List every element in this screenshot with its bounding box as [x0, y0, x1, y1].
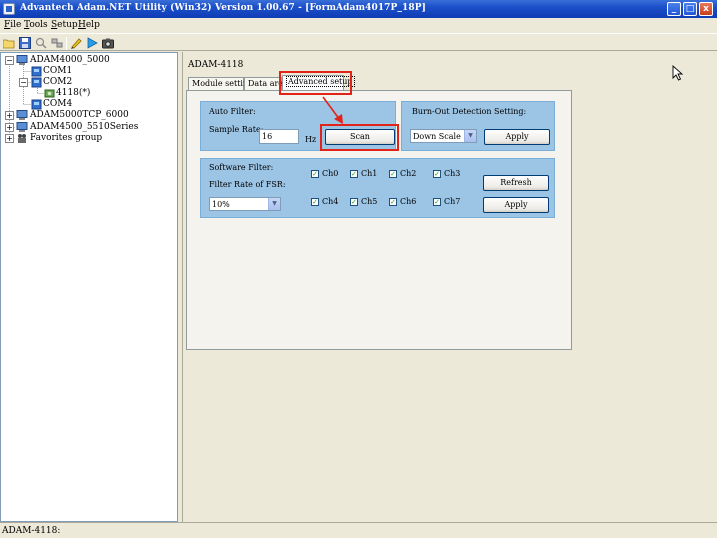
collapse-icon[interactable]: − — [19, 78, 28, 87]
check-icon: ✓ — [389, 170, 397, 178]
tree-node-4118[interactable]: 4118(*) — [44, 88, 164, 99]
burn-out-group: Burn-Out Detection Setting: Down Scale ▼… — [401, 101, 555, 151]
app-icon — [3, 3, 15, 15]
menu-file[interactable]: File — [4, 20, 21, 30]
tree-node-favorites[interactable]: + Favorites group — [5, 133, 175, 144]
computer-icon — [16, 55, 28, 65]
menu-setup[interactable]: Setup — [51, 20, 78, 30]
filter-rate-label: Filter Rate of FSR: — [209, 180, 286, 189]
expand-icon[interactable]: + — [5, 111, 14, 120]
tree-node-com4[interactable]: COM4 — [31, 99, 171, 110]
menu-bar: File Tools Setup Help — [0, 18, 717, 32]
pencil-icon[interactable] — [69, 36, 83, 50]
tree-node-adam4000[interactable]: − ADAM4000_5000 — [5, 55, 175, 66]
chevron-down-icon[interactable]: ▼ — [464, 130, 476, 142]
tree-node-com2[interactable]: − COM2 — [19, 77, 169, 88]
maximize-button[interactable]: □ — [683, 2, 697, 16]
check-icon: ✓ — [311, 198, 319, 206]
open-folder-icon[interactable] — [2, 36, 16, 50]
scan-button-highlight — [320, 124, 399, 151]
check-icon: ✓ — [350, 198, 358, 206]
software-filter-title: Software Filter: — [209, 163, 274, 172]
expand-icon[interactable]: + — [5, 123, 14, 132]
software-filter-apply-button[interactable]: Apply — [483, 197, 549, 213]
device-tree[interactable]: − ADAM4000_5000 COM1 − COM2 4118(*) COM4… — [0, 52, 178, 522]
menu-help[interactable]: Help — [78, 20, 100, 30]
burn-out-select[interactable]: Down Scale ▼ — [410, 129, 477, 143]
minimize-button[interactable]: _ — [667, 2, 681, 16]
network-scan-icon[interactable] — [50, 36, 64, 50]
status-bar: ADAM-4118: — [0, 522, 717, 538]
check-icon: ✓ — [350, 170, 358, 178]
module-icon — [44, 89, 55, 98]
module-title: ADAM-4118 — [188, 60, 244, 70]
advanced-setup-highlight — [279, 71, 352, 95]
auto-filter-title: Auto Filter: — [209, 107, 256, 116]
run-icon[interactable] — [85, 36, 99, 50]
computer-icon — [16, 110, 28, 120]
sample-rate-input[interactable]: 16 — [259, 129, 299, 144]
annotation-arrow-icon — [322, 96, 343, 124]
refresh-button[interactable]: Refresh — [483, 175, 549, 191]
check-icon: ✓ — [311, 170, 319, 178]
sample-rate-label: Sample Rate: — [209, 125, 264, 134]
check-icon: ✓ — [389, 198, 397, 206]
computer-icon — [16, 122, 28, 132]
search-icon[interactable] — [34, 36, 48, 50]
menu-tools[interactable]: Tools — [24, 20, 48, 30]
camera-icon[interactable] — [101, 36, 115, 50]
tree-node-adam5000tcp[interactable]: + ADAM5000TCP_6000 — [5, 110, 175, 121]
status-text: ADAM-4118: — [2, 526, 61, 536]
toolbar — [0, 33, 717, 51]
hz-unit-label: Hz — [305, 135, 317, 144]
com-port-icon — [31, 66, 42, 77]
chevron-down-icon[interactable]: ▼ — [268, 198, 280, 210]
check-icon: ✓ — [433, 170, 441, 178]
burn-out-title: Burn-Out Detection Setting: — [412, 107, 527, 116]
com-port-icon — [31, 77, 42, 88]
tab-module-setting[interactable]: Module setting — [188, 77, 253, 91]
collapse-icon[interactable]: − — [5, 56, 14, 65]
check-icon: ✓ — [433, 198, 441, 206]
software-filter-group: Software Filter: Filter Rate of FSR: 10%… — [200, 158, 555, 218]
com-port-icon — [31, 99, 42, 110]
expand-icon[interactable]: + — [5, 134, 14, 143]
mouse-cursor-icon — [672, 65, 684, 81]
window-title: Advantech Adam.NET Utility (Win32) Versi… — [20, 3, 426, 13]
window-titlebar[interactable]: Advantech Adam.NET Utility (Win32) Versi… — [0, 0, 717, 18]
save-icon[interactable] — [18, 36, 32, 50]
toolbar-separator — [66, 37, 67, 50]
close-button[interactable]: x — [699, 2, 713, 16]
tree-node-com1[interactable]: COM1 — [31, 66, 171, 77]
favorites-icon — [18, 134, 26, 143]
tab-data-area[interactable]: Data area — [244, 77, 288, 91]
tree-node-adam4500[interactable]: + ADAM4500_5510Series — [5, 122, 175, 133]
burn-out-apply-button[interactable]: Apply — [484, 129, 550, 145]
filter-rate-select[interactable]: 10% ▼ — [209, 197, 281, 211]
